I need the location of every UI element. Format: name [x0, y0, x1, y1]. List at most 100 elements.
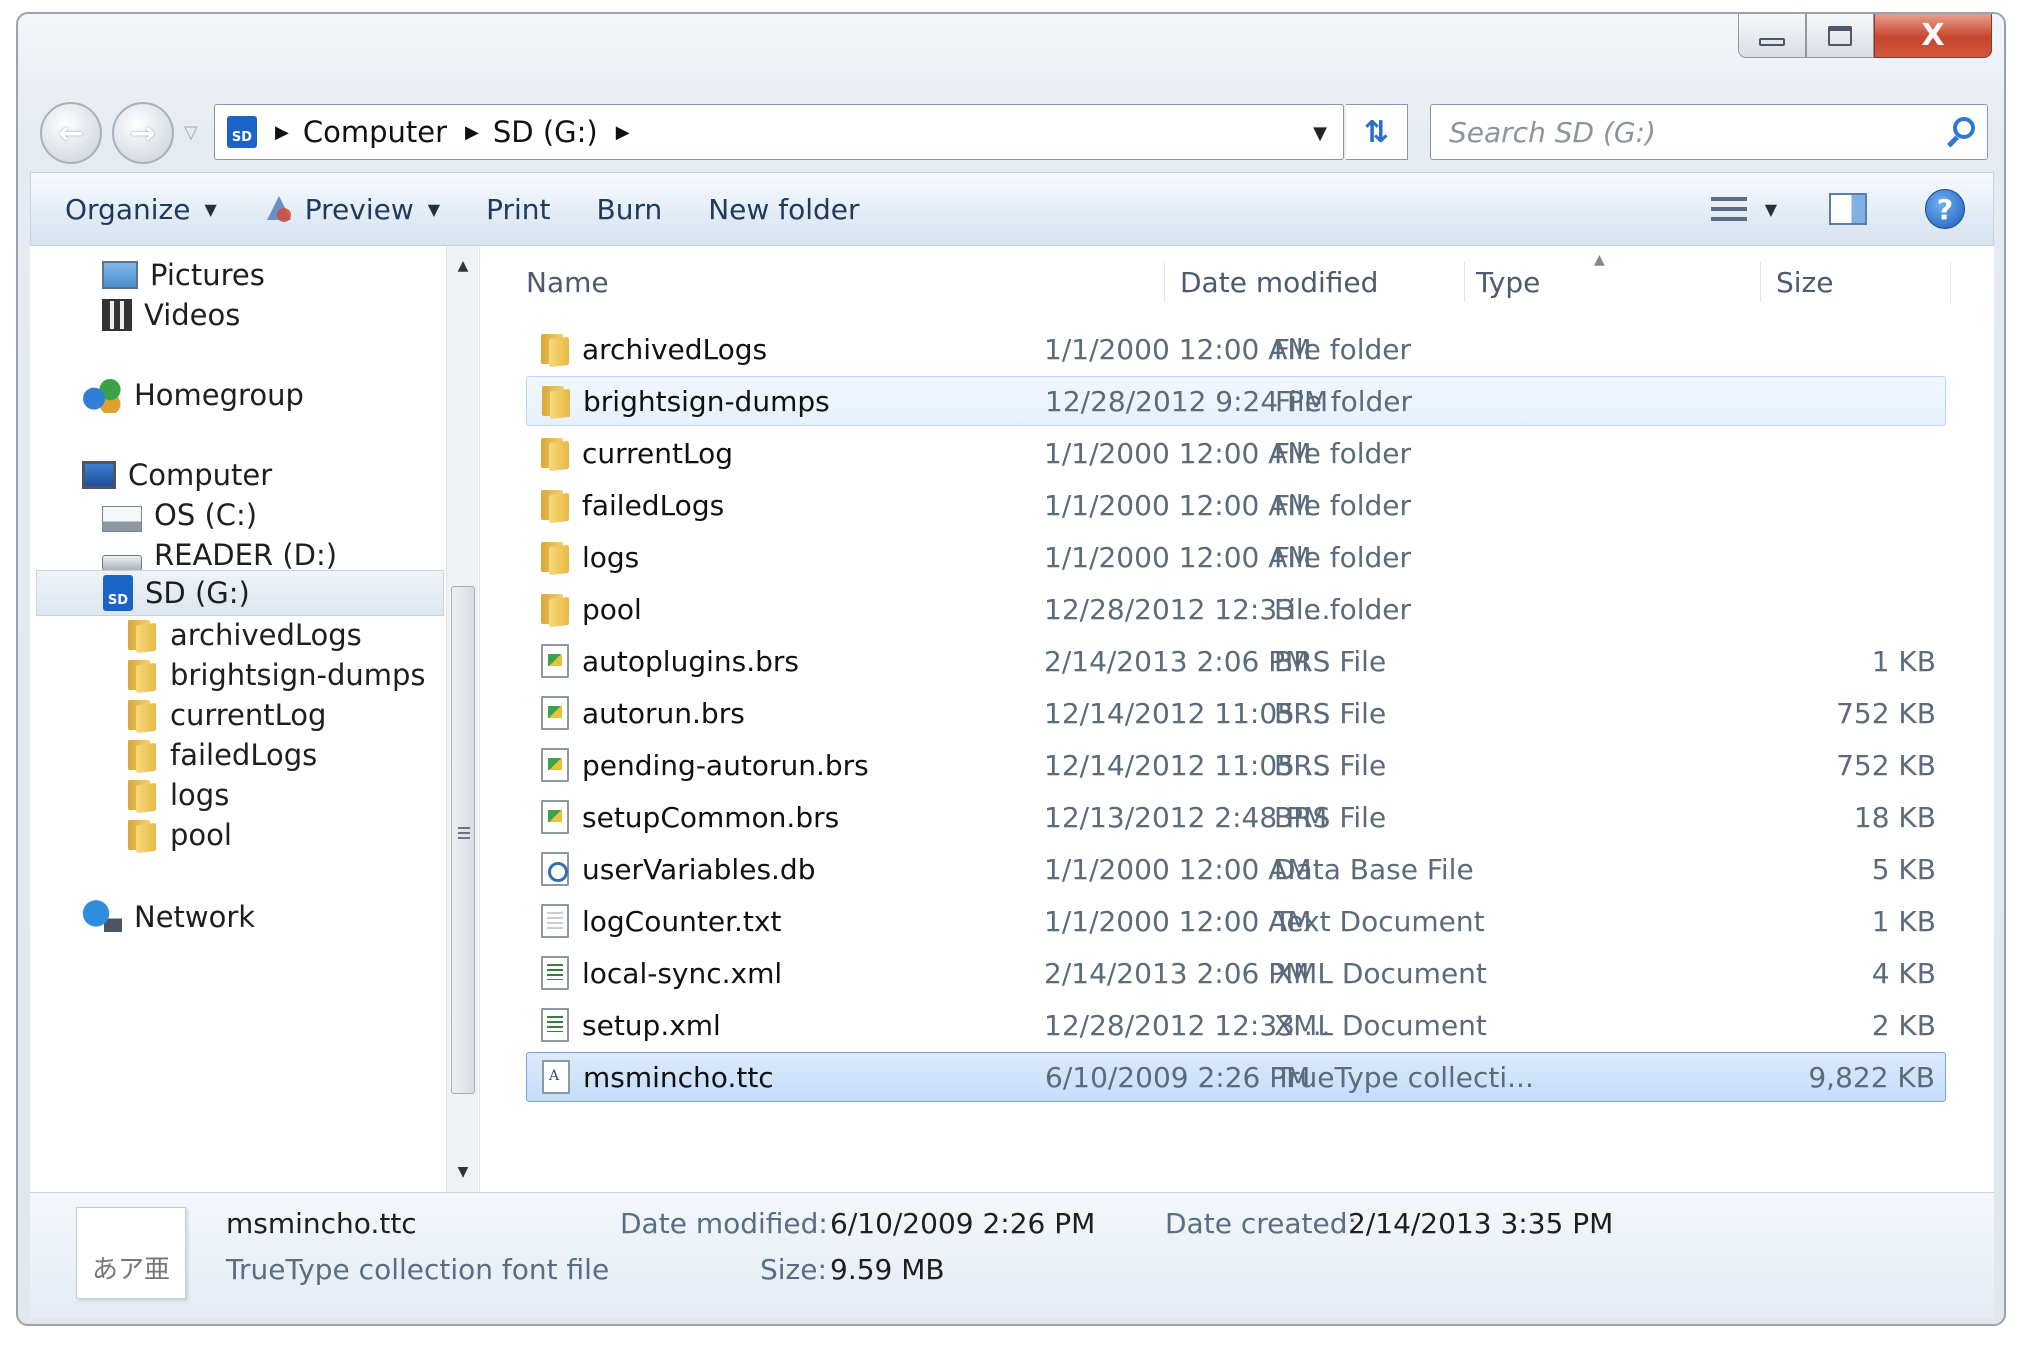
details-pane: あア亜 msmincho.ttc TrueType collection fon…: [30, 1192, 1994, 1318]
print-button[interactable]: Print: [486, 193, 550, 226]
file-row[interactable]: setupCommon.brs 12/13/2012 2:48 PM BRS Fil…: [526, 792, 1946, 842]
scroll-up-arrow[interactable]: ▲: [447, 246, 479, 286]
column-header-size[interactable]: Size: [1776, 260, 1833, 304]
file-date-modified: 1/1/2000 12:00 AM: [1044, 332, 1312, 366]
close-button[interactable]: X: [1874, 14, 1992, 58]
file-row[interactable]: logs 1/1/2000 12:00 AM File folder: [526, 532, 1946, 582]
folder-icon: [126, 818, 158, 852]
file-row[interactable]: setup.xml 12/28/2012 12:33 ... XML Documen…: [526, 1000, 1946, 1050]
details-filetype: TrueType collection font file: [226, 1253, 610, 1286]
file-type: File folder: [1274, 332, 1412, 366]
nav-item-homegroup[interactable]: Homegroup: [82, 372, 304, 418]
back-button[interactable]: ←: [40, 102, 102, 164]
breadcrumb-computer[interactable]: Computer: [303, 115, 447, 149]
file-row[interactable]: autorun.brs 12/14/2012 11:05 ... BRS File 7…: [526, 688, 1946, 738]
minimize-button[interactable]: [1738, 14, 1806, 58]
minimize-icon: [1759, 37, 1785, 46]
preview-icon: [263, 194, 293, 224]
nav-item-pool[interactable]: pool: [126, 812, 232, 858]
computer-icon: [82, 461, 116, 489]
file-row[interactable]: failedLogs 1/1/2000 12:00 AM File folder: [526, 480, 1946, 530]
sd-drive-icon: SD: [103, 575, 133, 611]
details-filename: msmincho.ttc: [226, 1207, 417, 1240]
file-row[interactable]: msmincho.ttc 6/10/2009 2:26 PMTrueType co…: [526, 1052, 1946, 1102]
file-name: failedLogs: [582, 488, 725, 522]
brs-file-icon: [541, 800, 569, 834]
file-size: 2 KB: [1871, 1008, 1936, 1042]
breadcrumb-sd-drive[interactable]: SD (G:): [493, 115, 598, 149]
column-divider[interactable]: [1950, 262, 1951, 302]
address-history-dropdown[interactable]: ▼: [1313, 123, 1327, 144]
file-row[interactable]: currentLog 1/1/2000 12:00 AM File folder: [526, 428, 1946, 478]
file-type: Data Base File: [1274, 852, 1474, 886]
file-size: 752 KB: [1836, 748, 1936, 782]
column-divider[interactable]: [1464, 262, 1465, 302]
file-row[interactable]: pending-autorun.brs 12/14/2012 11:05 ... B…: [526, 740, 1946, 790]
file-size: 1 KB: [1871, 904, 1936, 938]
file-type: BRS File: [1274, 748, 1387, 782]
file-type: BRS File: [1274, 644, 1387, 678]
file-name: logCounter.txt: [582, 904, 782, 938]
search-icon[interactable]: [1939, 105, 1987, 159]
file-row[interactable]: logCounter.txt 1/1/2000 12:00 AM Text Docu…: [526, 896, 1946, 946]
file-row[interactable]: autoplugins.brs 2/14/2013 2:06 PM BRS File…: [526, 636, 1946, 686]
new-folder-button[interactable]: New folder: [708, 193, 859, 226]
column-divider[interactable]: [1760, 262, 1761, 302]
file-row[interactable]: archivedLogs 1/1/2000 12:00 AM File folder: [526, 324, 1946, 374]
chevron-down-icon: ▼: [427, 199, 441, 219]
preview-pane-icon[interactable]: [1829, 193, 1867, 225]
column-header-date-modified[interactable]: Date modified: [1180, 260, 1378, 304]
file-name: currentLog: [582, 436, 734, 470]
refresh-button[interactable]: ⇅: [1346, 104, 1408, 160]
view-options-dropdown[interactable]: ▼: [1765, 200, 1777, 219]
nav-item-network[interactable]: Network: [82, 894, 255, 940]
nav-item-sd-drive[interactable]: SD SD (G:): [36, 570, 444, 616]
file-name: brightsign-dumps: [583, 384, 830, 418]
reader-drive-icon: [102, 555, 142, 571]
network-icon: [82, 899, 122, 935]
size-value: 9.59 MB: [830, 1253, 945, 1286]
navpane-scrollbar[interactable]: ▲ ▼: [446, 246, 478, 1192]
search-box[interactable]: [1430, 104, 1988, 160]
file-row[interactable]: userVariables.db 1/1/2000 12:00 AM Data Ba…: [526, 844, 1946, 894]
breadcrumb-separator[interactable]: ▶: [275, 122, 289, 143]
file-row[interactable]: brightsign-dumps 12/28/2012 9:24 PM File f…: [526, 376, 1946, 426]
breadcrumb-separator[interactable]: ▶: [465, 122, 479, 143]
breadcrumb-separator[interactable]: ▶: [616, 122, 630, 143]
forward-arrow-icon: →: [130, 115, 156, 151]
close-icon: X: [1921, 17, 1945, 53]
column-header-name[interactable]: Name: [526, 260, 609, 304]
file-size: 1 KB: [1871, 644, 1936, 678]
file-size: 18 KB: [1853, 800, 1936, 834]
sort-ascending-icon: ▲: [1594, 252, 1605, 268]
scroll-thumb[interactable]: [451, 586, 475, 1094]
brs-file-icon: [541, 748, 569, 782]
change-view-icon[interactable]: [1710, 195, 1747, 223]
navigation-bar: ← → ▽ SD ▶ Computer ▶ SD (G:) ▶ ▼ ⇅: [18, 94, 2004, 164]
file-row[interactable]: local-sync.xml 2/14/2013 2:06 PM XML Docum…: [526, 948, 1946, 998]
file-type: File folder: [1275, 384, 1413, 418]
file-row[interactable]: pool 12/28/2012 12:33 ... File folder: [526, 584, 1946, 634]
burn-button[interactable]: Burn: [597, 193, 663, 226]
file-name: setup.xml: [582, 1008, 721, 1042]
folder-icon: [126, 658, 158, 692]
file-name: pool: [582, 592, 642, 626]
pictures-icon: [102, 261, 138, 289]
nav-item-videos[interactable]: Videos: [102, 292, 240, 338]
recent-pages-dropdown[interactable]: ▽: [184, 122, 198, 143]
search-input[interactable]: [1431, 105, 1939, 159]
date-created-value: 2/14/2013 3:35 PM: [1348, 1207, 1614, 1240]
file-name: autorun.brs: [582, 696, 745, 730]
date-created-label: Date created:: [1165, 1207, 1357, 1240]
organize-button[interactable]: Organize ▼: [65, 193, 217, 226]
help-icon[interactable]: ?: [1925, 189, 1965, 229]
column-header-type[interactable]: Type: [1476, 260, 1540, 304]
scroll-down-arrow[interactable]: ▼: [447, 1152, 479, 1192]
column-divider[interactable]: [1164, 262, 1165, 302]
preview-button[interactable]: Preview ▼: [263, 193, 440, 226]
back-arrow-icon: ←: [58, 115, 84, 151]
address-bar[interactable]: SD ▶ Computer ▶ SD (G:) ▶ ▼: [214, 104, 1344, 160]
folder-icon: [539, 540, 571, 574]
forward-button[interactable]: →: [112, 102, 174, 164]
maximize-button[interactable]: [1806, 14, 1874, 58]
